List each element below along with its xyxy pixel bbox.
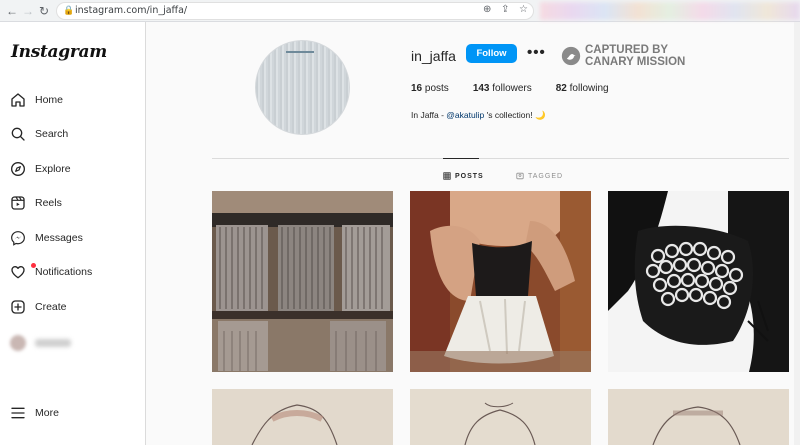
- sidebar-item-explore[interactable]: Explore: [10, 158, 140, 180]
- zoom-icon[interactable]: ⊕: [483, 4, 491, 15]
- post-image-selfie: [410, 191, 591, 372]
- tabs-divider: [212, 158, 789, 159]
- forward-icon[interactable]: →: [20, 3, 36, 19]
- post-image-chain-top: [608, 191, 789, 372]
- back-icon[interactable]: ←: [4, 3, 20, 19]
- post-thumbnail[interactable]: [212, 389, 393, 445]
- extensions-area: [540, 2, 800, 20]
- sidebar-item-label: Create: [35, 301, 67, 313]
- profile-picture[interactable]: [255, 40, 350, 135]
- sidebar-item-label: Explore: [35, 163, 71, 175]
- avatar: [10, 335, 26, 351]
- sidebar: Instagram Home Search Explore Reels Mess…: [0, 22, 146, 445]
- sidebar-item-label: Messages: [35, 232, 83, 244]
- following-stat[interactable]: 82 following: [556, 83, 609, 94]
- hamburger-menu-icon: [11, 407, 25, 419]
- sidebar-item-profile[interactable]: [10, 332, 140, 354]
- post-thumbnail[interactable]: [212, 191, 393, 372]
- sidebar-item-label: More: [35, 407, 59, 419]
- address-bar[interactable]: 🔒 instagram.com/in_jaffa/ ⊕ ⇪ ☆: [56, 2, 534, 20]
- messenger-icon: [11, 231, 25, 246]
- profile-username: in_jaffa: [411, 48, 456, 64]
- sidebar-item-home[interactable]: Home: [10, 89, 140, 111]
- bio-mention-link[interactable]: @akatulip: [446, 110, 484, 120]
- profile-bio: In Jaffa - @akatulip 's collection! 🌙: [411, 110, 546, 120]
- grid-icon: [443, 172, 451, 180]
- profile-picture-mark: [286, 51, 314, 53]
- follow-button[interactable]: Follow: [466, 44, 517, 63]
- tagged-icon: [516, 172, 524, 180]
- post-image-sketch: [212, 389, 393, 445]
- watermark-line-2: CANARY MISSION: [585, 56, 686, 68]
- post-image-sketch: [608, 389, 789, 445]
- post-thumbnail[interactable]: [410, 389, 591, 445]
- post-thumbnail[interactable]: [608, 389, 789, 445]
- more-options-icon[interactable]: •••: [527, 44, 546, 61]
- notification-dot: [31, 263, 36, 268]
- compass-icon: [11, 162, 25, 176]
- bookmark-star-icon[interactable]: ☆: [519, 4, 528, 15]
- page-scrollbar[interactable]: [794, 22, 800, 445]
- post-image-skirts: [212, 191, 393, 372]
- post-image-sketch: [410, 389, 591, 445]
- instagram-logo[interactable]: Instagram: [11, 42, 107, 62]
- followers-stat[interactable]: 143 followers: [473, 83, 532, 94]
- home-icon: [11, 93, 25, 107]
- posts-stat: 16 posts: [411, 83, 449, 94]
- reload-icon[interactable]: ↻: [36, 3, 52, 19]
- sidebar-item-messages[interactable]: Messages: [10, 227, 140, 249]
- sidebar-item-search[interactable]: Search: [10, 123, 140, 145]
- profile-stats: 16 posts 143 followers 82 following: [411, 83, 633, 94]
- url-text: instagram.com/in_jaffa/: [75, 5, 188, 16]
- sidebar-item-more[interactable]: More: [10, 402, 140, 424]
- reels-icon: [11, 196, 25, 210]
- sidebar-item-label: Search: [35, 128, 69, 140]
- heart-icon: [11, 266, 25, 279]
- tab-tagged[interactable]: TAGGED: [516, 172, 563, 180]
- watermark-line-1: CAPTURED BY: [585, 44, 669, 56]
- search-icon: [11, 127, 25, 141]
- sidebar-item-create[interactable]: Create: [10, 296, 140, 318]
- captured-watermark: CAPTURED BY CANARY MISSION: [561, 44, 685, 68]
- profile-main: in_jaffa Follow ••• CAPTURED BY CANARY M…: [147, 22, 800, 445]
- sidebar-item-label: Home: [35, 94, 64, 106]
- plus-square-icon: [11, 300, 25, 314]
- sidebar-item-notifications[interactable]: Notifications: [10, 261, 140, 283]
- sidebar-item-label: Reels: [35, 197, 62, 209]
- active-tab-indicator: [443, 158, 479, 159]
- lock-icon: 🔒: [63, 5, 75, 15]
- tab-posts[interactable]: POSTS: [443, 172, 484, 180]
- browser-toolbar: ← → ↻ 🔒 instagram.com/in_jaffa/ ⊕ ⇪ ☆: [0, 0, 800, 22]
- canary-mission-logo-icon: [561, 46, 581, 66]
- blurred-profile-name: [35, 339, 71, 347]
- post-thumbnail[interactable]: [410, 191, 591, 372]
- share-icon[interactable]: ⇪: [501, 4, 509, 15]
- sidebar-item-reels[interactable]: Reels: [10, 192, 140, 214]
- sidebar-item-label: Notifications: [35, 266, 93, 278]
- post-thumbnail[interactable]: [608, 191, 789, 372]
